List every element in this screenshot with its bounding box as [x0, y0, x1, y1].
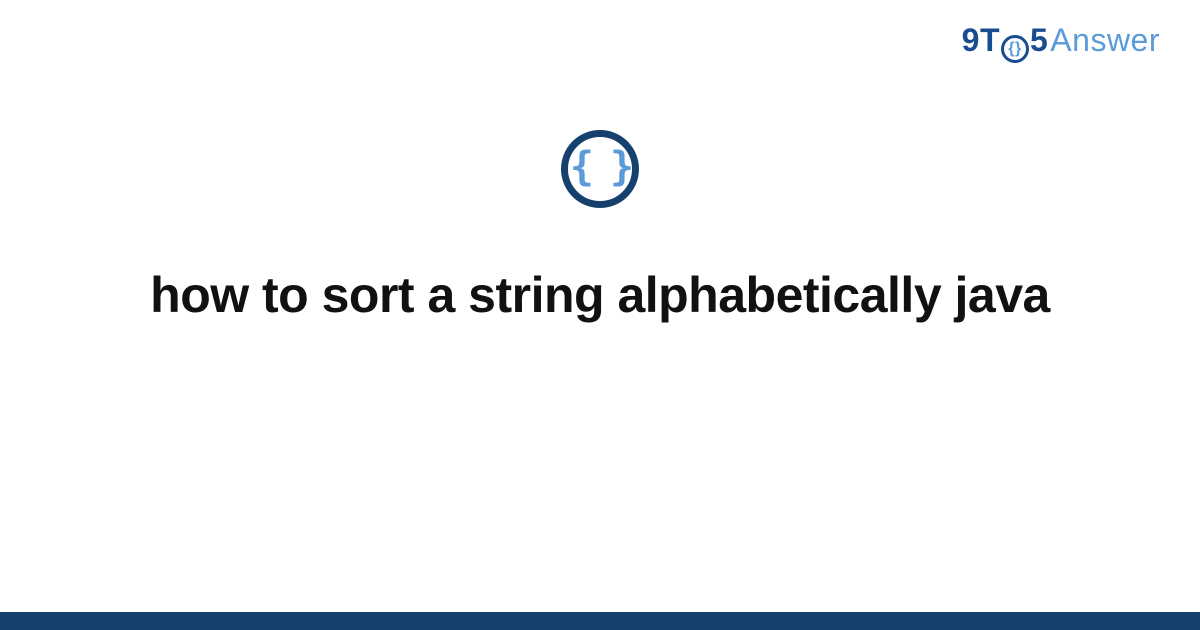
logo-text-5: 5	[1030, 22, 1048, 59]
logo-braces-icon: {}	[1001, 35, 1029, 63]
main-content: { } how to sort a string alphabetically …	[0, 130, 1200, 327]
site-logo: 9T {} 5 Answer	[962, 22, 1160, 61]
logo-text-9t: 9T	[962, 22, 1000, 59]
code-braces-icon: { }	[561, 130, 639, 208]
logo-text-answer: Answer	[1050, 22, 1160, 59]
footer-accent-bar	[0, 612, 1200, 630]
page-title: how to sort a string alphabetically java	[150, 264, 1050, 327]
